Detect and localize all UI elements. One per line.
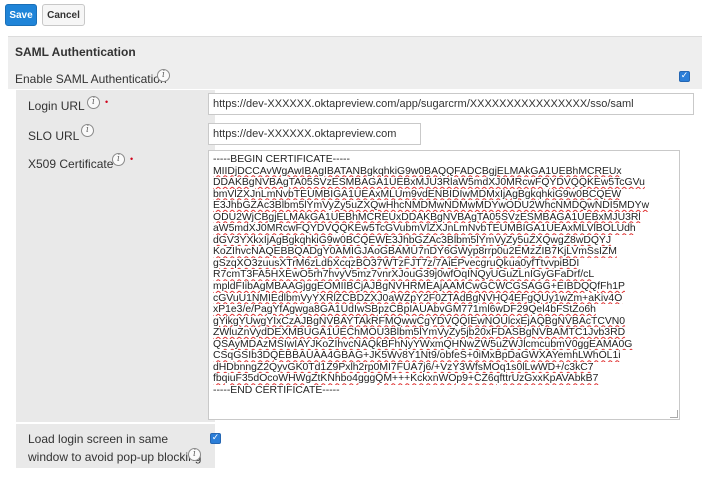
login-url-label: Login URL: [28, 99, 85, 113]
slo-url-label: SLO URL: [28, 129, 80, 143]
certificate-line: aW5mdXJ0MRcwFQYDVQQKEw5TcGVubmVlZXJnLmNv…: [213, 223, 636, 235]
required-marker: •: [130, 154, 134, 164]
section-header: SAML Authentication: [8, 36, 702, 63]
load-login-label-line1: Load login screen in same: [28, 432, 169, 446]
slo-url-label-cell: SLO URL i: [16, 120, 215, 150]
save-button[interactable]: Save: [5, 4, 37, 26]
slo-url-input[interactable]: https://dev-XXXXXX.oktapreview.com: [208, 123, 421, 145]
certificate-line: R7cmT3FA5HXEwO5rh7hvyV5mz7vnrXJouG39j0wf…: [213, 269, 595, 281]
certificate-line: MIIDjDCCAvWgAwIBAgIBATANBgkqhkiG9w0BAQQF…: [213, 165, 622, 177]
certificate-line: ODU2WjCBgjELMAkGA1UEBhMCREUxDDAKBgNVBAgT…: [213, 211, 641, 223]
x509-label: X509 Certificate: [28, 157, 114, 171]
enable-saml-checkbox[interactable]: ✓: [679, 71, 690, 82]
certificate-line: DDAKBgNVBAgTA05SVzESMBAGA1UEBxMJU3RlaW5m…: [213, 177, 645, 189]
certificate-line: -----END CERTIFICATE-----: [213, 384, 340, 396]
info-icon[interactable]: i: [87, 96, 100, 109]
certificate-line: mpldFIibAgMBAAGjggEOMIIBCjAJBgNVHRMEAjAA…: [213, 281, 625, 293]
load-login-checkbox[interactable]: ✓: [210, 433, 221, 444]
login-url-input[interactable]: https://dev-XXXXXX.oktapreview.com/app/s…: [208, 93, 694, 115]
certificate-line: cGVuU1NMIEdlbmVyYXRlZCBDZXJ0aWZpY2F0ZTAd…: [213, 292, 623, 304]
certificate-line: ZWluZnVydDEXMBUGA1UEChMOU3Blbm5lYmVyZy5j…: [213, 327, 626, 339]
load-login-label-cell: Load login screen in same window to avoi…: [16, 424, 215, 468]
info-icon[interactable]: i: [157, 69, 170, 82]
x509-label-cell: X509 Certificate i •: [16, 150, 215, 422]
certificate-line: dGV3YXkxIjAgBgkqhkiG9w0BCQEWE3JhbGZAc3Bl…: [213, 234, 612, 246]
certificate-line: E3JhbGZAc3Blbm5lYmVyZy5uZXQwHhcNMDMwNDMw…: [213, 200, 650, 212]
x509-certificate-textarea[interactable]: -----BEGIN CERTIFICATE----- MIIDjDCCAvWgA…: [208, 150, 680, 420]
certificate-text: -----BEGIN CERTIFICATE----- MIIDjDCCAvWgA…: [213, 154, 675, 396]
certificate-line: gSzqXO3zuusXTrM6zLdbXcqzBO37WTzFJT7z/7Ai…: [213, 257, 580, 269]
certificate-line: fbqiuF35dOcoWHWgZtKNhbo4gggQM+++KckxnWOp…: [213, 373, 599, 385]
certificate-line: gYikgYUwgYIxCzAJBgNVBAYTAkRFMQwwCgYDVQQI…: [213, 315, 626, 327]
certificate-line: QSAyMDAzMSIwIAYJKoZIhvcNAQkBFhNyYWxmQHNw…: [213, 338, 633, 350]
toolbar: Save Cancel: [0, 0, 702, 30]
checkmark-icon: ✓: [680, 71, 689, 81]
info-icon[interactable]: i: [81, 124, 94, 137]
certificate-line: -----BEGIN CERTIFICATE-----: [213, 154, 350, 165]
info-icon[interactable]: i: [112, 153, 125, 166]
enable-saml-row: Enable SAML Authentication i ✓: [8, 63, 702, 89]
certificate-line: xP1e3/e/PagYfAgwga8GA1UdIwSBpzCBpIAUAbvG…: [213, 304, 596, 316]
resize-handle[interactable]: [670, 410, 678, 418]
required-marker: •: [105, 97, 109, 107]
enable-saml-label: Enable SAML Authentication: [15, 72, 167, 86]
cancel-button[interactable]: Cancel: [42, 4, 85, 26]
certificate-line: bmVlZXJnLmNvbTEUMBIGA1UEAxMLUm9vdENBIDIw…: [213, 188, 622, 200]
certificate-line: KoZIhvcNAQEBBQADgY0AMIGJAoGBAMU7nDY6GWyp…: [213, 246, 617, 258]
load-login-label-line2: window to avoid pop-up blocking: [28, 450, 202, 464]
checkmark-icon: ✓: [211, 433, 220, 443]
section-title: SAML Authentication: [15, 45, 136, 59]
login-url-label-cell: Login URL i •: [16, 90, 215, 120]
certificate-line: CSqGSIb3DQEBBAUAA4GBAG+JK5Wv8Y1Nt9/obfeS…: [213, 350, 621, 362]
certificate-line: dHDbnngZ2QyvGK0Td1Z9Pxlh2rp0MI7FUA7j6/+V…: [213, 361, 594, 373]
info-icon[interactable]: i: [188, 448, 201, 461]
